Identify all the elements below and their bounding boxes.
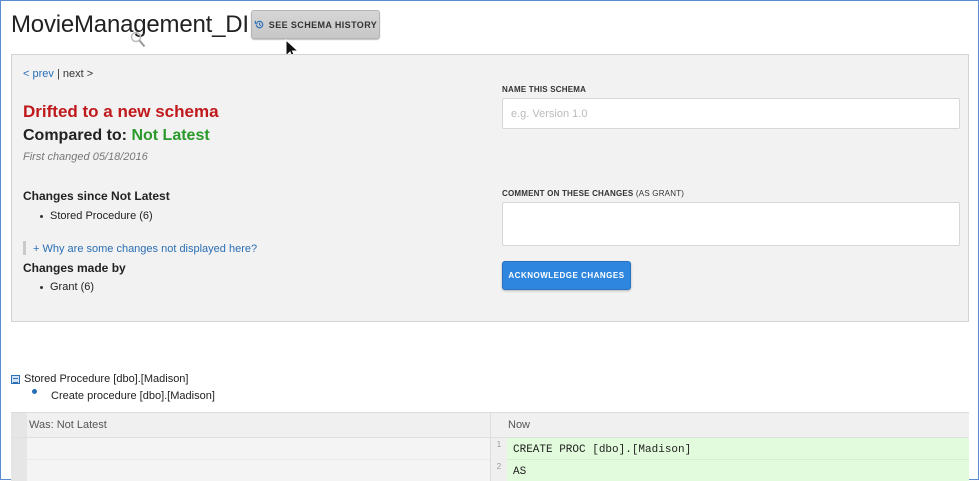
prev-link[interactable]: < prev [23, 68, 54, 80]
next-link[interactable]: next > [63, 68, 93, 80]
comment-label: COMMENT ON THESE CHANGES (AS GRANT) [502, 189, 684, 198]
diff-view: Was: Not Latest Now 1 CREATE PROC [dbo].… [11, 412, 969, 481]
why-changes-link[interactable]: + Why are some changes not displayed her… [33, 243, 257, 255]
list-item: Grant (6) [40, 281, 94, 293]
comment-label-text: COMMENT ON THESE CHANGES [502, 189, 634, 198]
was-header: Was: Not Latest [29, 419, 107, 431]
changes-by-title: Changes made by [23, 261, 126, 275]
list-item-label: Grant (6) [50, 281, 95, 293]
acknowledge-changes-button[interactable]: ACKNOWLEDGE CHANGES [502, 261, 631, 290]
history-icon [254, 20, 264, 29]
schema-panel: < prev | next > Drifted to a new schema … [11, 54, 969, 322]
line-number: 2 [491, 460, 507, 481]
see-schema-history-button[interactable]: SEE SCHEMA HISTORY [251, 10, 380, 39]
stored-procedure-icon [11, 374, 20, 384]
gutter [11, 413, 27, 437]
bullet-icon [40, 214, 43, 218]
gutter [11, 460, 27, 481]
pager: < prev | next > [23, 68, 93, 80]
drift-status: Drifted to a new schema [23, 102, 219, 121]
list-item-label: Stored Procedure (6) [50, 210, 153, 222]
diff-right-cell: CREATE PROC [dbo].[Madison] [507, 438, 969, 460]
why-callout: + Why are some changes not displayed her… [23, 241, 257, 255]
pager-separator: | [56, 68, 60, 80]
object-heading: Stored Procedure [dbo].[Madison] [11, 373, 188, 385]
line-number: 1 [491, 438, 507, 460]
comment-input[interactable] [502, 202, 960, 246]
changes-since-title: Changes since Not Latest [23, 189, 170, 203]
object-action[interactable]: Create procedure [dbo].[Madison] [51, 390, 215, 402]
comment-label-suffix: (AS GRANT) [635, 189, 685, 198]
compared-to: Compared to: Not Latest [23, 127, 210, 145]
list-item: Create procedure [dbo].[Madison] [32, 388, 215, 402]
diff-left-cell [27, 438, 490, 460]
object-name: Stored Procedure [dbo].[Madison] [24, 373, 189, 385]
compared-value: Not Latest [131, 127, 210, 144]
list-item: Stored Procedure (6) [40, 210, 153, 222]
schema-name-input[interactable] [502, 98, 960, 129]
diff-left-cell [27, 460, 490, 481]
magnifier-icon [130, 31, 146, 48]
first-changed-date: First changed 05/18/2016 [23, 151, 148, 163]
name-schema-label: NAME THIS SCHEMA [502, 85, 587, 94]
now-header: Now [508, 419, 531, 431]
bullet-icon [40, 285, 43, 289]
bullet-icon [32, 388, 37, 394]
history-button-label: SEE SCHEMA HISTORY [268, 19, 378, 30]
compared-label: Compared to: [23, 127, 127, 144]
gutter [11, 438, 27, 460]
diff-right-cell: AS [507, 460, 969, 481]
diff-divider [490, 413, 491, 481]
